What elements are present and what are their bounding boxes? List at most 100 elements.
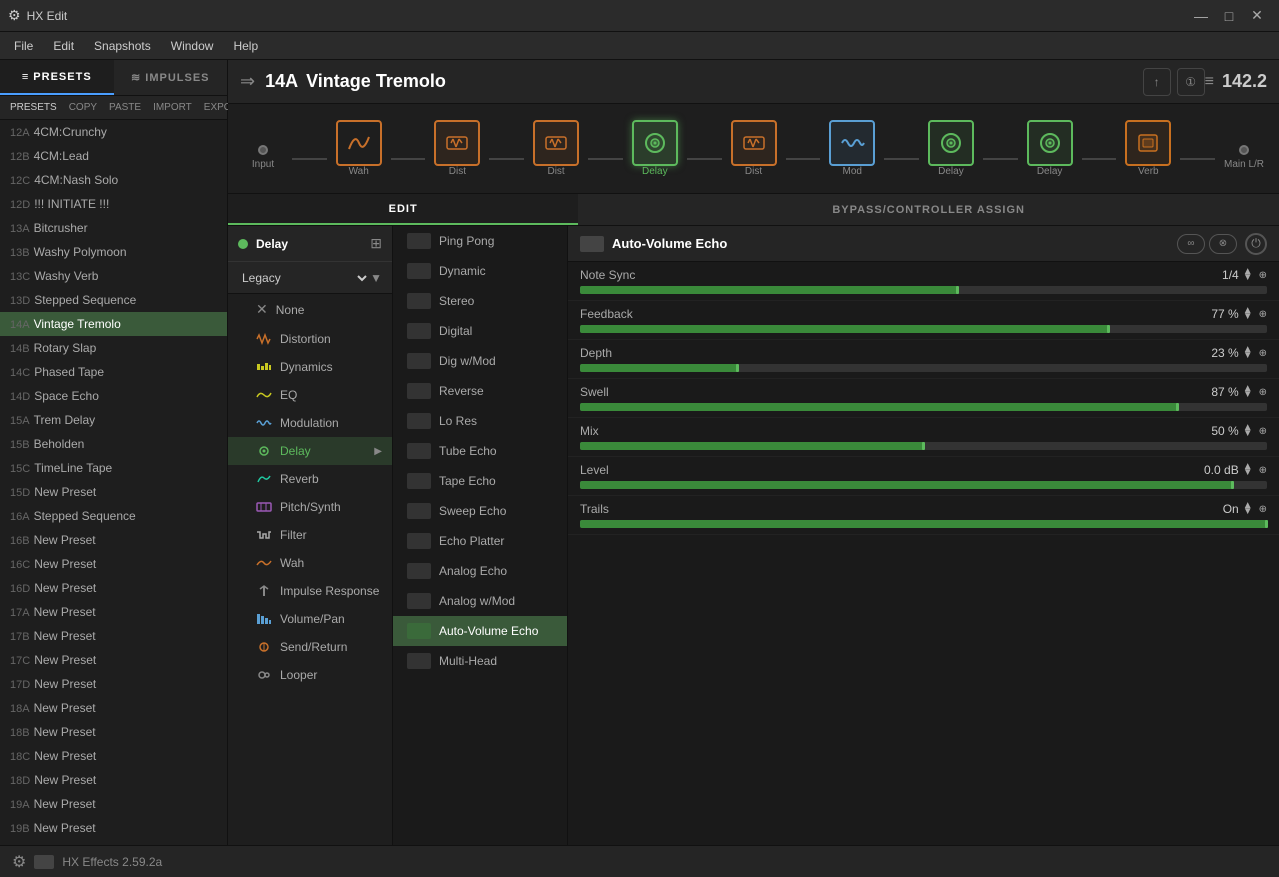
verb-block[interactable] [1125,120,1171,166]
menu-snapshots[interactable]: Snapshots [84,35,161,57]
link-button-1[interactable]: ∞ [1177,234,1205,254]
preset-item-12a[interactable]: 12A4CM:Crunchy [0,120,227,144]
depth-bar[interactable] [580,364,1267,372]
cat-delay[interactable]: Delay ▶ [228,437,392,465]
cat-wah[interactable]: Wah [228,549,392,577]
category-grid-button[interactable]: ⊞ [370,235,382,252]
feedback-adj[interactable]: ⊕ [1259,309,1267,320]
power-button[interactable]: ⏻ [1245,233,1267,255]
mix-adj[interactable]: ⊕ [1259,426,1267,437]
effect-auto-volume[interactable]: Auto-Volume Echo [393,616,567,646]
cat-filter[interactable]: Filter [228,521,392,549]
preset-item-14c[interactable]: 14CPhased Tape [0,360,227,384]
preset-item-12d[interactable]: 12D!!! INITIATE !!! [0,192,227,216]
effect-reverse[interactable]: Reverse [393,376,567,406]
nav-arrow[interactable]: ⇒ [240,71,255,92]
tool-paste[interactable]: PASTE [103,100,147,115]
tab-presets[interactable]: ≡ PRESETS [0,60,114,95]
preset-item-17c[interactable]: 17CNew Preset [0,648,227,672]
preset-item-18d[interactable]: 18DNew Preset [0,768,227,792]
preset-item-18b[interactable]: 18BNew Preset [0,720,227,744]
preset-item-15c[interactable]: 15CTimeLine Tape [0,456,227,480]
tab-bypass[interactable]: BYPASS/CONTROLLER ASSIGN [578,194,1279,225]
minimize-button[interactable]: — [1187,2,1215,30]
effect-echo-platter[interactable]: Echo Platter [393,526,567,556]
menu-file[interactable]: File [4,35,43,57]
feedback-bar[interactable] [580,325,1267,333]
menu-window[interactable]: Window [161,35,224,57]
chain-verb[interactable]: Verb [1120,120,1176,177]
feedback-arrows[interactable]: ▲▼ [1243,308,1253,320]
preset-item-15a[interactable]: 15ATrem Delay [0,408,227,432]
effect-lo-res[interactable]: Lo Res [393,406,567,436]
level-adj[interactable]: ⊕ [1259,465,1267,476]
trails-arrows[interactable]: ▲▼ [1243,503,1253,515]
preset-item-18a[interactable]: 18ANew Preset [0,696,227,720]
chain-delay3[interactable]: Delay [1022,120,1078,177]
preset-item-12c[interactable]: 12C4CM:Nash Solo [0,168,227,192]
effect-tube-echo[interactable]: Tube Echo [393,436,567,466]
preset-item-16a[interactable]: 16AStepped Sequence [0,504,227,528]
link-button-2[interactable]: ⊗ [1209,234,1237,254]
level-bar[interactable] [580,481,1267,489]
tab-impulses[interactable]: ≋ IMPULSES [114,60,228,95]
note-sync-arrow-up[interactable]: ▲▼ [1243,269,1253,281]
preset-item-13b[interactable]: 13BWashy Polymoon [0,240,227,264]
note-sync-bar[interactable] [580,286,1267,294]
trails-adj[interactable]: ⊕ [1259,504,1267,515]
swell-arrows[interactable]: ▲▼ [1243,386,1253,398]
chain-wah[interactable]: Wah [331,120,387,177]
effect-analog-echo[interactable]: Analog Echo [393,556,567,586]
cat-modulation[interactable]: Modulation [228,409,392,437]
cat-send[interactable]: Send/Return [228,633,392,661]
preset-item-15d[interactable]: 15DNew Preset [0,480,227,504]
effect-dynamic[interactable]: Dynamic [393,256,567,286]
legacy-selector[interactable]: Legacy Modern [238,270,370,286]
wah-block[interactable] [336,120,382,166]
preset-item-19c[interactable]: 19CNew Preset [0,840,227,845]
effect-ping-pong[interactable]: Ping Pong [393,226,567,256]
preset-item-13d[interactable]: 13DStepped Sequence [0,288,227,312]
tab-edit[interactable]: EDIT [228,194,578,225]
settings-icon[interactable]: ⚙ [12,852,26,872]
menu-help[interactable]: Help [223,35,268,57]
menu-edit[interactable]: Edit [43,35,84,57]
level-arrows[interactable]: ▲▼ [1243,464,1253,476]
chain-dist2[interactable]: Dist [528,120,584,177]
preset-item-15b[interactable]: 15BBeholden [0,432,227,456]
effect-digital[interactable]: Digital [393,316,567,346]
tool-copy[interactable]: COPY [63,100,103,115]
cat-distortion[interactable]: Distortion [228,325,392,353]
depth-adj[interactable]: ⊕ [1259,348,1267,359]
category-selector[interactable]: Legacy Modern ▼ [228,262,392,294]
preset-item-17d[interactable]: 17DNew Preset [0,672,227,696]
mix-arrows[interactable]: ▲▼ [1243,425,1253,437]
close-button[interactable]: ✕ [1243,2,1271,30]
restore-button[interactable]: □ [1215,2,1243,30]
depth-arrows[interactable]: ▲▼ [1243,347,1253,359]
preset-item-16b[interactable]: 16BNew Preset [0,528,227,552]
preset-item-14a[interactable]: 14AVintage Tremolo [0,312,227,336]
mix-bar[interactable] [580,442,1267,450]
cat-reverb[interactable]: Reverb [228,465,392,493]
preset-item-12b[interactable]: 12B4CM:Lead [0,144,227,168]
note-sync-adj[interactable]: ⊕ [1259,270,1267,281]
preset-item-14b[interactable]: 14BRotary Slap [0,336,227,360]
export-button[interactable]: ↑ [1143,68,1171,96]
delay3-block[interactable] [1027,120,1073,166]
dist2-block[interactable] [533,120,579,166]
cat-impulse[interactable]: Impulse Response [228,577,392,605]
dist1-block[interactable] [434,120,480,166]
preset-item-16d[interactable]: 16DNew Preset [0,576,227,600]
cat-looper[interactable]: Looper [228,661,392,689]
preset-item-17a[interactable]: 17ANew Preset [0,600,227,624]
trails-bar[interactable] [580,520,1267,528]
preset-item-19b[interactable]: 19BNew Preset [0,816,227,840]
preset-item-17b[interactable]: 17BNew Preset [0,624,227,648]
preset-item-13a[interactable]: 13ABitcrusher [0,216,227,240]
delay2-block[interactable] [928,120,974,166]
cat-eq[interactable]: EQ [228,381,392,409]
preset-item-19a[interactable]: 19ANew Preset [0,792,227,816]
info-button[interactable]: ① [1177,68,1205,96]
tool-presets[interactable]: PRESETS [4,100,63,115]
